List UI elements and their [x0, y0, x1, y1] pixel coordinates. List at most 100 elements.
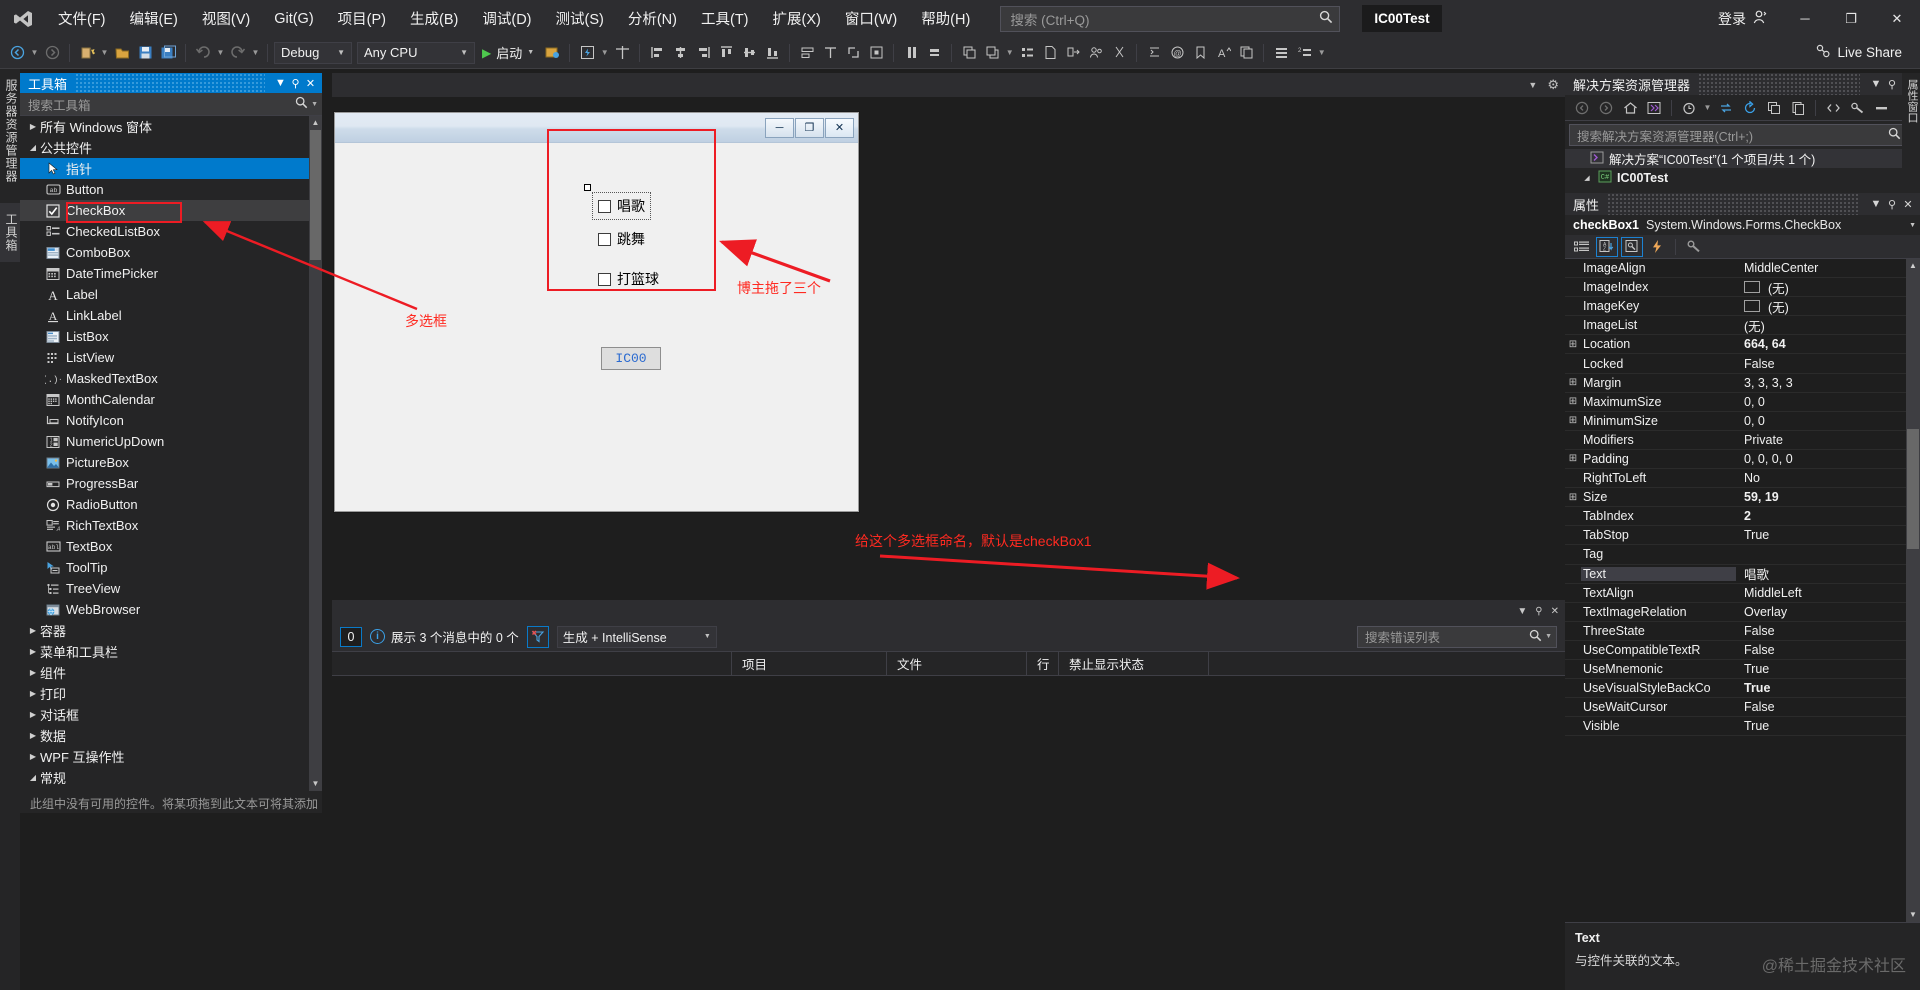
- error-count-box[interactable]: 0: [340, 626, 362, 647]
- expand-icon[interactable]: ⊞: [1565, 339, 1581, 350]
- chevron-down-icon[interactable]: ▼: [1909, 222, 1916, 229]
- property-value[interactable]: 0, 0, 0, 0: [1736, 452, 1920, 466]
- indent-icon[interactable]: [1143, 41, 1165, 65]
- menu-analyze[interactable]: 分析(N): [616, 4, 689, 33]
- menu-debug[interactable]: 调试(D): [470, 4, 543, 33]
- save-icon[interactable]: [134, 41, 156, 65]
- toolbox-item-linklabel[interactable]: A LinkLabel: [20, 305, 322, 326]
- rtab-properties[interactable]: 属性窗口: [1902, 73, 1920, 129]
- save-all-icon[interactable]: [157, 41, 179, 65]
- toolbox-close-icon[interactable]: ✕: [303, 77, 318, 90]
- property-value[interactable]: Overlay: [1736, 605, 1920, 619]
- decrease-vertical-spacing-icon[interactable]: [923, 41, 945, 65]
- platform-combo[interactable]: Any CPU ▼: [357, 41, 475, 64]
- property-row-text[interactable]: Text 唱歌: [1565, 565, 1920, 584]
- forward-icon[interactable]: [1595, 97, 1617, 119]
- property-value[interactable]: True: [1736, 662, 1920, 676]
- property-value[interactable]: Private: [1736, 433, 1920, 447]
- form-maximize-button[interactable]: ❐: [795, 117, 824, 138]
- cut-icon[interactable]: [1108, 41, 1130, 65]
- numbered-list-icon[interactable]: 2: [1293, 41, 1315, 65]
- solution-explorer-dropdown-icon[interactable]: ▼: [1868, 78, 1884, 90]
- toolbox-search-input[interactable]: 搜索工具箱 ▼: [20, 93, 322, 116]
- toolbox-item-notifyicon[interactable]: NotifyIcon: [20, 410, 322, 431]
- toolbox-group-general[interactable]: ◢ 常规: [20, 767, 322, 788]
- home-icon[interactable]: [1619, 97, 1641, 119]
- toolbox-item-pointer[interactable]: 指针: [20, 158, 322, 179]
- property-row[interactable]: Tag: [1565, 545, 1920, 565]
- expand-icon[interactable]: ⊞: [1565, 377, 1581, 388]
- property-value[interactable]: (无): [1736, 316, 1920, 335]
- menu-build[interactable]: 生成(B): [398, 4, 470, 33]
- send-to-back-icon[interactable]: [981, 41, 1003, 65]
- error-search-input[interactable]: 搜索错误列表 ▼: [1357, 625, 1557, 648]
- property-row[interactable]: UseWaitCursor False: [1565, 698, 1920, 718]
- properties-object-selector[interactable]: checkBox1 System.Windows.Forms.CheckBox …: [1565, 215, 1920, 235]
- refresh-icon[interactable]: [1739, 97, 1761, 119]
- toolbox-group-dialogs[interactable]: ▶ 对话框: [20, 704, 322, 725]
- solution-explorer-pin-icon[interactable]: ⚲: [1884, 78, 1900, 91]
- menu-file[interactable]: 文件(F): [46, 4, 118, 33]
- solution-node[interactable]: 解决方案“IC00Test”(1 个项目/共 1 个): [1565, 149, 1920, 168]
- form-minimize-button[interactable]: ─: [765, 117, 794, 138]
- properties-drag-handle[interactable]: [1607, 193, 1860, 215]
- solution-explorer-drag-handle[interactable]: [1698, 73, 1860, 95]
- property-value[interactable]: No: [1736, 471, 1920, 485]
- property-value[interactable]: False: [1736, 700, 1920, 714]
- error-column-line[interactable]: 行: [1027, 652, 1059, 675]
- toolbox-drag-handle[interactable]: [75, 73, 265, 93]
- back-icon[interactable]: [1571, 97, 1593, 119]
- toolbox-item-radiobutton[interactable]: RadioButton: [20, 494, 322, 515]
- properties-view-icon[interactable]: [1621, 236, 1643, 257]
- toolbox-item-progressbar[interactable]: ProgressBar: [20, 473, 322, 494]
- attach-process-icon[interactable]: [541, 41, 563, 65]
- property-value[interactable]: 3, 3, 3, 3: [1736, 376, 1920, 390]
- toolbox-group-all-winforms[interactable]: ▶ 所有 Windows 窗体: [20, 116, 322, 137]
- global-search-input[interactable]: 搜索 (Ctrl+Q): [1000, 5, 1341, 32]
- align-rights-icon[interactable]: [692, 41, 714, 65]
- designer-dropdown-icon[interactable]: ▼: [1528, 80, 1537, 90]
- project-node[interactable]: ◢ C# IC00Test: [1565, 168, 1920, 187]
- make-same-width-icon[interactable]: [796, 41, 818, 65]
- properties-pin-icon[interactable]: ⚲: [1884, 198, 1900, 211]
- preview-icon[interactable]: [1870, 97, 1892, 119]
- categorized-view-icon[interactable]: [1571, 237, 1593, 257]
- sign-in-button[interactable]: 登录: [1704, 9, 1782, 29]
- hot-reload-icon[interactable]: [576, 41, 598, 65]
- form-checkbox-basketball[interactable]: 打篮球: [598, 269, 659, 289]
- toolbox-group-common-controls[interactable]: ◢ 公共控件: [20, 137, 322, 158]
- list-view-icon[interactable]: [1270, 41, 1292, 65]
- error-column-project[interactable]: 项目: [732, 652, 887, 675]
- toolbox-item-numericupdown[interactable]: 12 NumericUpDown: [20, 431, 322, 452]
- align-centers-icon[interactable]: [669, 41, 691, 65]
- property-row[interactable]: ⊞ Margin 3, 3, 3, 3: [1565, 374, 1920, 393]
- expand-icon[interactable]: ⊞: [1565, 492, 1581, 503]
- toolbox-group-components[interactable]: ▶ 组件: [20, 662, 322, 683]
- property-value[interactable]: False: [1736, 624, 1920, 638]
- chevron-down-icon[interactable]: ▼: [527, 49, 534, 56]
- property-row[interactable]: Modifiers Private: [1565, 431, 1920, 450]
- property-pages-icon[interactable]: [1683, 237, 1705, 257]
- menu-window[interactable]: 窗口(W): [833, 4, 909, 33]
- minimize-button[interactable]: ─: [1782, 0, 1828, 37]
- toolbox-pin-icon[interactable]: ⚲: [288, 77, 303, 90]
- property-row[interactable]: ⊞ MinimumSize 0, 0: [1565, 412, 1920, 431]
- toolbox-scroll-thumb[interactable]: [310, 130, 321, 260]
- error-column-file[interactable]: 文件: [887, 652, 1027, 675]
- property-value[interactable]: (无): [1736, 278, 1920, 297]
- property-row[interactable]: ⊞ MaximumSize 0, 0: [1565, 393, 1920, 412]
- property-row[interactable]: ⊞ Size 59, 19: [1565, 488, 1920, 508]
- designer-settings-icon[interactable]: ⚙: [1547, 77, 1559, 93]
- new-project-dropdown-icon[interactable]: ▼: [99, 41, 110, 65]
- list-dropdown-icon[interactable]: ▼: [1316, 41, 1327, 65]
- redo-dropdown-icon[interactable]: ▼: [250, 41, 261, 65]
- properties-scrollbar[interactable]: ▲ ▼: [1906, 259, 1920, 922]
- checkbox-box-icon[interactable]: [598, 199, 611, 213]
- sync-icon[interactable]: [1715, 97, 1737, 119]
- property-value[interactable]: 0, 0: [1736, 414, 1920, 428]
- error-column-suppression[interactable]: 禁止显示状态: [1059, 652, 1209, 675]
- chevron-down-icon[interactable]: ▼: [311, 101, 318, 108]
- scroll-up-icon[interactable]: ▲: [309, 116, 322, 130]
- expand-icon[interactable]: ⊞: [1565, 396, 1581, 407]
- align-middles-icon[interactable]: [738, 41, 760, 65]
